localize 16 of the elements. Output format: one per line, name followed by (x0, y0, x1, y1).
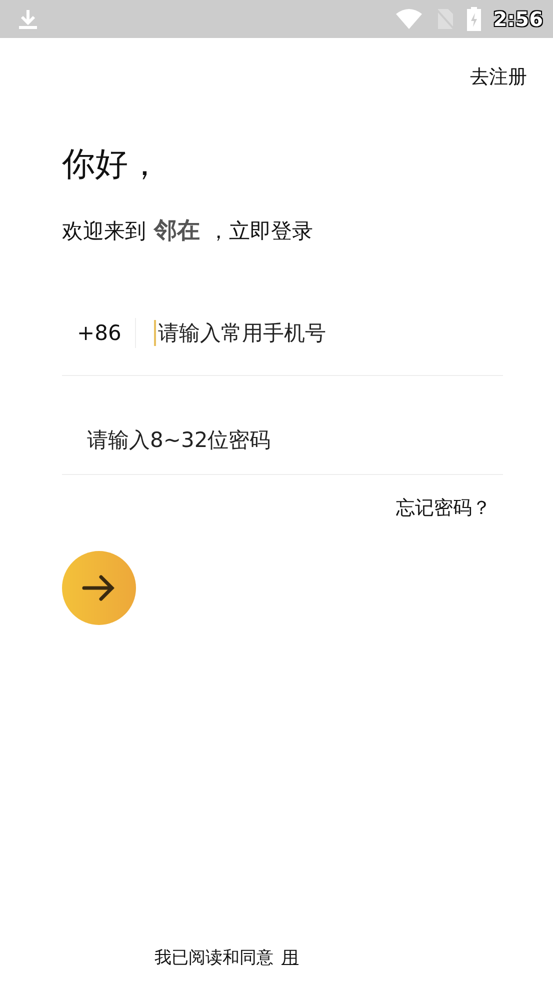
forgot-password-link[interactable]: 忘记密码？ (396, 495, 491, 521)
agreement-link[interactable]: 用 (282, 946, 298, 969)
agreement-text: 我已阅读和同意 (154, 947, 274, 969)
app-name: 邻在 (154, 217, 200, 246)
register-link[interactable]: 去注册 (470, 64, 527, 90)
arrow-right-icon (82, 574, 116, 602)
country-code[interactable]: +86 (62, 320, 135, 344)
battery-icon (467, 7, 482, 31)
wifi-icon (395, 8, 424, 30)
greeting-title: 你好， (62, 143, 162, 185)
welcome-text: 欢迎来到 (62, 218, 146, 244)
password-input[interactable]: 请输入8~32位密码 (62, 427, 503, 453)
status-time: 2:56 (493, 7, 543, 31)
phone-input[interactable]: 请输入常用手机号 (154, 320, 503, 346)
welcome-text: ，立即登录 (208, 218, 313, 244)
download-icon (18, 8, 38, 30)
